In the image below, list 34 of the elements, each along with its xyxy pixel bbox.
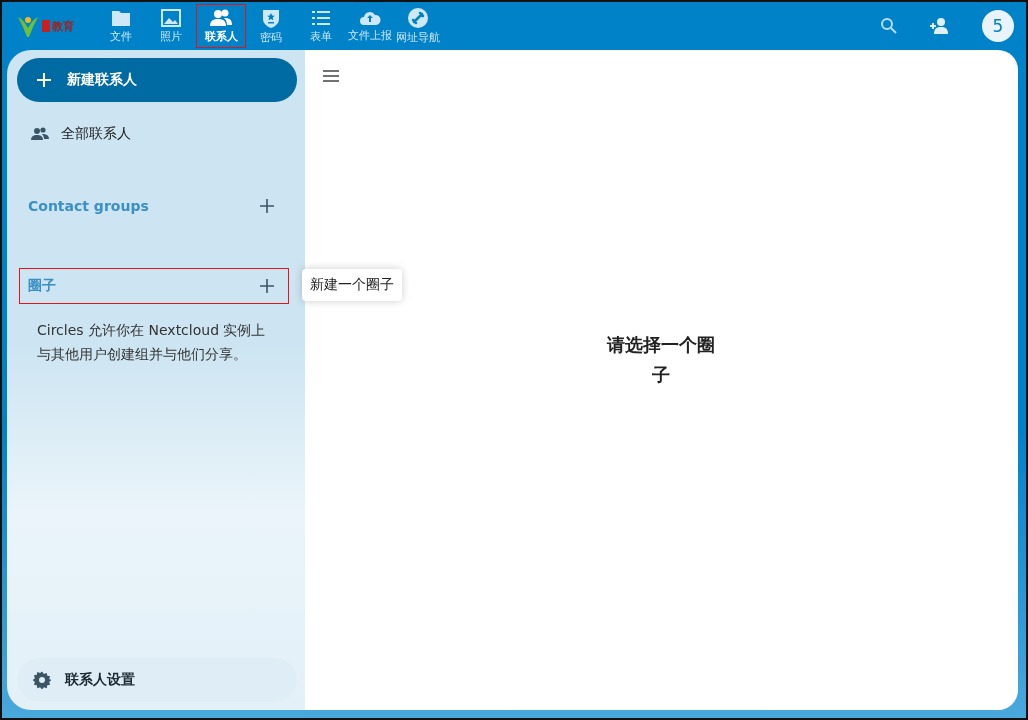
settings-button[interactable]: 联系人设置 <box>17 658 297 702</box>
section-title: Contact groups <box>28 198 149 214</box>
app-tab[interactable]: 网址导航 <box>394 4 442 48</box>
list-icon <box>311 8 331 27</box>
logo-mark <box>42 20 50 32</box>
plus-icon <box>37 73 51 87</box>
contacts-menu-icon[interactable] <box>930 17 950 35</box>
add-icon[interactable] <box>260 279 274 293</box>
new-contact-button[interactable]: 新建联系人 <box>17 58 297 102</box>
search-icon[interactable] <box>880 17 898 35</box>
tooltip: 新建一个圈子 <box>302 269 402 301</box>
people-icon <box>31 127 49 141</box>
section-title: 圈子 <box>28 277 56 295</box>
app-tab[interactable]: 联系人 <box>196 4 246 48</box>
logo[interactable]: 教育 <box>16 14 86 38</box>
empty-message: 请选择一个圈子 <box>605 333 716 387</box>
logo-icon <box>16 14 40 38</box>
app-tab[interactable]: 文件上报 <box>346 4 394 48</box>
image-icon <box>161 8 181 27</box>
shield-icon <box>262 7 280 28</box>
description-text: Circles 允许你在 Nextcloud 实例上与其他用户创建组并与他们分享。 <box>37 321 267 364</box>
app-tab[interactable]: 表单 <box>296 4 346 48</box>
add-icon[interactable] <box>260 199 274 213</box>
menu-icon[interactable] <box>323 70 339 82</box>
link-icon <box>408 7 428 28</box>
user-avatar[interactable]: 5 <box>982 10 1014 42</box>
app-tab[interactable]: 密码 <box>246 4 296 48</box>
app-tab[interactable]: 文件 <box>96 4 146 48</box>
cloud-upload-icon <box>359 9 381 26</box>
all-contacts-item[interactable]: 全部联系人 <box>17 118 297 150</box>
folder-icon <box>111 8 131 27</box>
settings-icon <box>33 671 51 689</box>
contacts-icon <box>210 8 232 27</box>
app-tab[interactable]: 照片 <box>146 4 196 48</box>
